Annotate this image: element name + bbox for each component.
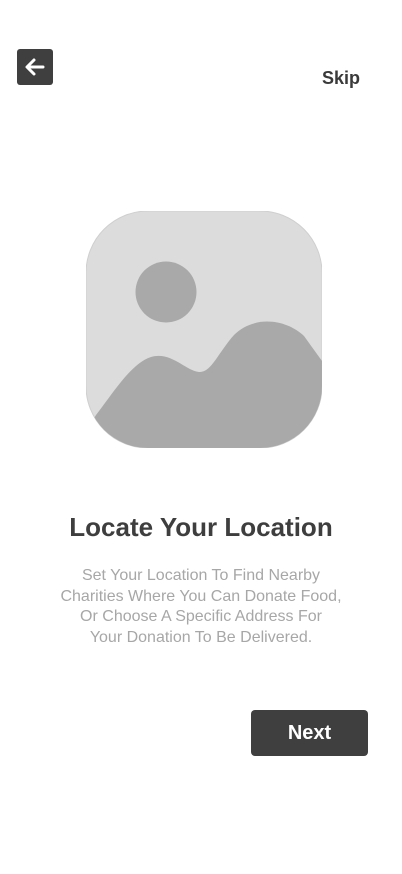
skip-button[interactable]: Skip [322,68,360,89]
page-title: Locate Your Location [69,512,333,542]
description-line: Set Your Location To Find Nearby [81,567,321,584]
description-line: Charities Where You Can Donate Food, [60,587,342,605]
description-line: Your Donation To Be Delivered. [89,628,313,646]
image-placeholder-icon [85,210,323,449]
arrow-left-icon [24,56,46,78]
back-button[interactable] [17,49,53,85]
description-line: Or Choose A Specific Address For [80,608,322,625]
next-button[interactable]: Next [251,710,368,756]
description: Set Your Location To Find Nearby Chariti… [36,566,366,648]
